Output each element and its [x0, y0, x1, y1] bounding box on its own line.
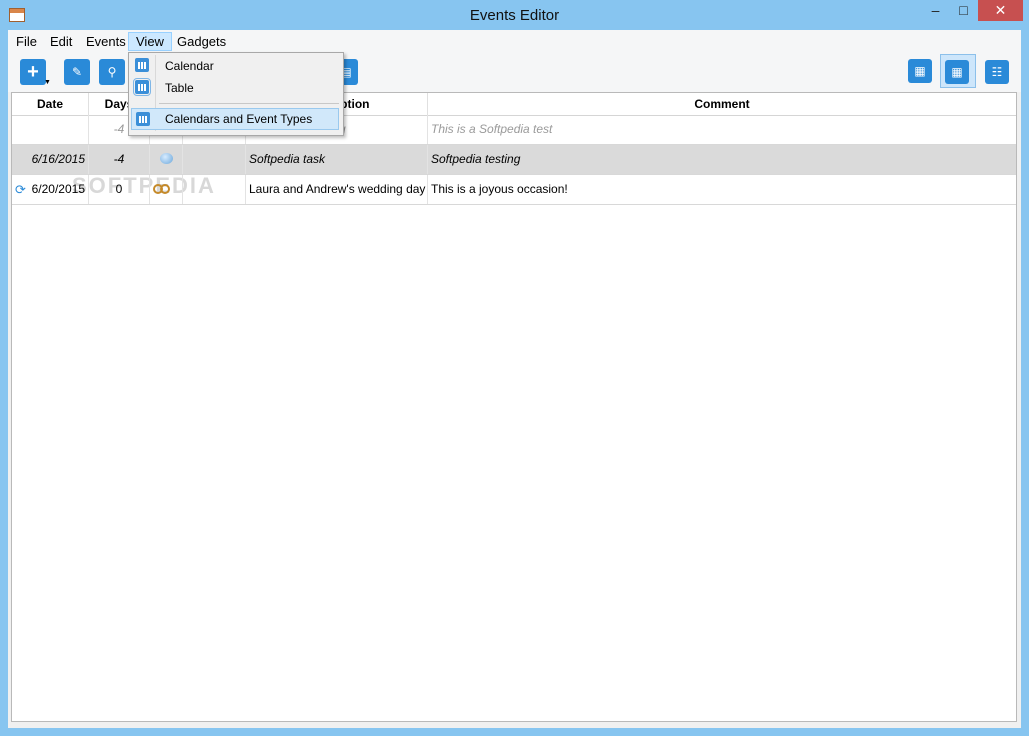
cell-date-text: 6/20/2015	[31, 182, 85, 196]
tree-view-icon[interactable]: ☷	[985, 60, 1009, 84]
cell-date: 6/16/2015	[12, 145, 89, 174]
recurring-icon: ⟳	[15, 182, 26, 197]
tree-icon	[136, 112, 150, 126]
view-menu-calendar[interactable]: Calendar	[131, 55, 339, 77]
cell-comment: This is a Softpedia test	[431, 122, 553, 136]
menu-bar: File Edit Events View Gadgets	[8, 30, 1021, 52]
cell-extra	[183, 175, 246, 204]
add-icon[interactable]: +	[20, 59, 46, 85]
search-icon[interactable]: ⚲	[99, 59, 125, 85]
cell-date: ⟳ 6/20/2015	[12, 175, 89, 204]
menu-file[interactable]: File	[9, 32, 44, 51]
table-icon	[133, 78, 151, 96]
column-date[interactable]: Date	[12, 93, 89, 115]
table-view-icon[interactable]: ▦	[945, 60, 969, 84]
cell-comment: Softpedia testing	[431, 152, 521, 166]
close-button[interactable]: ✕	[978, 0, 1023, 21]
add-dropdown-icon[interactable]: ▼	[44, 79, 51, 86]
view-menu-calendars-event-types-label: Calendars and Event Types	[165, 112, 313, 126]
menu-events[interactable]: Events	[79, 32, 133, 51]
calendar-icon	[135, 58, 149, 72]
minimize-button[interactable]: –	[922, 0, 949, 21]
cell-description: Softpedia task	[246, 145, 428, 174]
events-table: SOFTPEDIA Date Days Description Comment …	[11, 92, 1017, 722]
view-menu-calendar-label: Calendar	[165, 59, 214, 73]
view-menu-dropdown: Calendar Table Calendars and Event Types	[128, 52, 344, 136]
maximize-button[interactable]: □	[950, 0, 977, 21]
menu-view[interactable]: View	[128, 32, 172, 51]
cell-comment: This is a joyous occasion!	[431, 182, 568, 196]
cell-icon	[150, 145, 183, 174]
cell-days: -4	[89, 145, 150, 174]
title-bar: Events Editor – □ ✕	[0, 0, 1029, 30]
view-menu-table[interactable]: Table	[131, 77, 339, 99]
rings-icon-second	[160, 184, 170, 194]
cell-days: 0	[89, 175, 150, 204]
menu-edit[interactable]: Edit	[43, 32, 79, 51]
calendar-view-icon[interactable]: ▦	[908, 59, 932, 83]
table-row[interactable]: ⟳ 6/20/2015 0 Laura and Andrew's wedding…	[12, 175, 1016, 205]
events-editor-window: Events Editor – □ ✕ File Edit Events Vie…	[0, 0, 1029, 736]
sphere-icon	[160, 153, 173, 164]
view-menu-calendars-event-types[interactable]: Calendars and Event Types	[131, 108, 339, 130]
menu-separator	[159, 103, 339, 104]
cell-icon	[150, 175, 183, 204]
cell-extra	[183, 145, 246, 174]
cell-description: Laura and Andrew's wedding day	[246, 175, 428, 204]
window-title: Events Editor	[469, 7, 560, 24]
menu-gadgets[interactable]: Gadgets	[170, 32, 233, 51]
table-row[interactable]: 6/16/2015 -4 Softpedia task Softpedia te…	[12, 145, 1016, 175]
edit-icon[interactable]: ✎	[64, 59, 90, 85]
column-comment[interactable]: Comment	[428, 93, 1016, 115]
cell-date	[12, 115, 89, 144]
view-menu-table-label: Table	[165, 81, 194, 95]
